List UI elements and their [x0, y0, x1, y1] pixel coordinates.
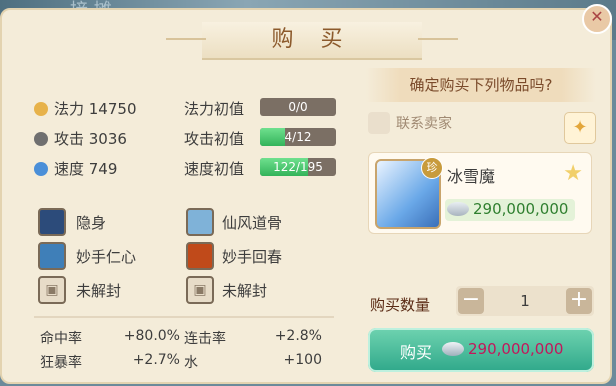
silver-ingot-icon — [447, 202, 469, 216]
attr-name-2: 狂暴率 — [40, 355, 82, 371]
divider — [34, 316, 334, 318]
item-price: 290,000,000 — [445, 199, 575, 221]
stat-attack-init-label: 攻击初值 — [184, 130, 245, 148]
attr-name-1: 连击率 — [184, 331, 226, 347]
stat-mana-label: 法力 14750 — [54, 100, 137, 118]
stat-attack-label: 攻击 3036 — [54, 130, 127, 148]
item-price-value: 290,000,000 — [473, 200, 569, 218]
revive-skill-icon[interactable] — [186, 242, 214, 270]
stat-mana-bar: 0/0 — [260, 98, 336, 116]
close-button[interactable]: ✕ — [582, 4, 612, 34]
stat-mana: 法力 14750 — [34, 98, 137, 119]
purchase-panel: 确定购买下列物品吗? 联系卖家 ✦ 珍 冰雪魔 ★ 290,000,000 购买… — [366, 68, 596, 386]
stat-speed-bar-text: 122/195 — [273, 160, 323, 174]
item-card: 珍 冰雪魔 ★ 290,000,000 — [368, 152, 592, 234]
purchase-dialog: ✕ 购 买 法力 14750 法力初值 0/0 攻击 3036 攻击初值 4/1… — [0, 4, 612, 386]
heal-skill-icon[interactable] — [38, 242, 66, 270]
stat-attack: 攻击 3036 — [34, 128, 127, 149]
skill-label-1: 仙风道骨 — [222, 214, 283, 232]
contact-seller-button[interactable]: 联系卖家 — [368, 112, 452, 134]
stat-speed-init-label: 速度初值 — [184, 160, 245, 178]
buy-price: 290,000,000 — [468, 340, 564, 358]
mana-icon — [34, 102, 48, 116]
stat-mana-init-label: 法力初值 — [184, 100, 245, 118]
stat-speed-label: 速度 749 — [54, 160, 118, 178]
skill-label-5: 未解封 — [222, 282, 268, 300]
attr-name-3: 水 — [184, 355, 198, 371]
item-name: 冰雪魔 — [447, 167, 496, 186]
silver-ingot-icon — [442, 342, 464, 356]
attr-value-3: +100 — [283, 352, 322, 368]
skill-label-3: 妙手回春 — [222, 248, 283, 266]
skill-label-0: 隐身 — [76, 214, 107, 232]
seller-avatar-icon — [368, 112, 390, 134]
pet-portrait: 珍 — [375, 157, 443, 229]
stat-attack-bar: 4/12 — [260, 128, 336, 146]
lock-icon: ▣ — [38, 276, 66, 304]
speed-icon — [34, 162, 48, 176]
decrease-button[interactable]: − — [458, 288, 484, 314]
rarity-badge: 珍 — [421, 157, 443, 179]
magic-wand-icon[interactable]: ✦ — [564, 112, 596, 144]
attack-icon — [34, 132, 48, 146]
favorite-star-icon[interactable]: ★ — [563, 161, 583, 186]
stat-speed-bar: 122/195 — [260, 158, 336, 176]
lock-icon: ▣ — [186, 276, 214, 304]
attr-name-0: 命中率 — [40, 331, 82, 347]
contact-seller-label: 联系卖家 — [396, 116, 452, 132]
buy-button[interactable]: 购买 290,000,000 — [368, 328, 594, 372]
skill-label-4: 未解封 — [76, 282, 122, 300]
attr-value-1: +2.8% — [274, 328, 322, 344]
quantity-label: 购买数量 — [370, 296, 431, 314]
stat-speed: 速度 749 — [34, 158, 117, 179]
confirm-text: 确定购买下列物品吗? — [366, 68, 596, 102]
stat-mana-bar-text: 0/0 — [288, 100, 308, 114]
pet-info-panel: 法力 14750 法力初值 0/0 攻击 3036 攻击初值 4/12 速度 7… — [24, 96, 356, 386]
stealth-skill-icon[interactable] — [38, 208, 66, 236]
dialog-title: 购 买 — [166, 22, 458, 60]
stat-attack-bar-text: 4/12 — [284, 130, 312, 144]
attr-value-0: +80.0% — [123, 328, 180, 344]
quantity-stepper: − 1 + — [456, 286, 594, 316]
increase-button[interactable]: + — [566, 288, 592, 314]
quantity-value[interactable]: 1 — [486, 286, 564, 316]
attr-value-2: +2.7% — [132, 352, 180, 368]
buy-label: 购买 — [400, 343, 433, 362]
immortal-skill-icon[interactable] — [186, 208, 214, 236]
skill-label-2: 妙手仁心 — [76, 248, 137, 266]
